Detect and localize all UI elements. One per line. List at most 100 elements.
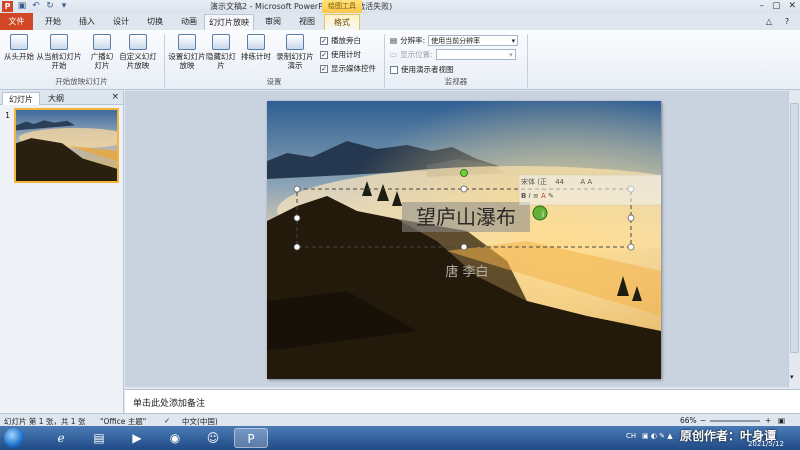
help-icon[interactable]: ? <box>780 14 794 30</box>
taskbar-date[interactable]: 2021/5/12 <box>748 440 784 448</box>
slide-subtitle-text[interactable]: 唐 李白 <box>407 261 527 280</box>
tab-format[interactable]: 格式 <box>324 14 360 30</box>
tab-view[interactable]: 视图 <box>292 14 322 30</box>
scroll-thumb[interactable] <box>790 103 799 353</box>
broadcast-button[interactable]: 广播幻灯片 <box>88 34 116 70</box>
window-controls: – ▢ ✕ <box>759 1 796 11</box>
tab-design[interactable]: 设计 <box>106 14 136 30</box>
display-on-label: 显示位置: <box>400 50 433 59</box>
quick-access-toolbar: ▣ ↶ ↻ ▾ <box>17 1 69 12</box>
zoom-out-icon[interactable]: − <box>700 416 706 425</box>
tab-home[interactable]: 开始 <box>38 14 68 30</box>
align-center-icon[interactable]: ≡ <box>533 192 539 200</box>
hide-slide-button[interactable]: 隐藏幻灯片 <box>206 34 236 70</box>
hide-slide-icon <box>212 34 230 50</box>
mini-font-size[interactable]: 44 <box>555 178 564 186</box>
group-separator <box>384 34 385 88</box>
ie-icon[interactable]: ℯ <box>44 428 78 448</box>
ribbon: 从头开始 从当前幻灯片开始 广播幻灯片 自定义幻灯片放映 开始放映幻灯片 设置幻… <box>0 30 800 90</box>
custom-show-icon <box>129 34 147 50</box>
minimize-icon[interactable]: – <box>759 1 764 11</box>
display-on-dropdown[interactable] <box>435 49 516 60</box>
show-media-controls-label: 显示媒体控件 <box>331 64 376 73</box>
close-panel-icon[interactable]: × <box>111 92 119 102</box>
status-bar: 幻灯片 第 1 张，共 1 张 "Office 主题" ✓ 中文(中国) 66%… <box>0 413 800 426</box>
slide-number: 1 <box>5 111 11 120</box>
record-show-button[interactable]: 录制幻灯片演示 <box>274 34 316 70</box>
play-narration-checkbox[interactable]: ✓ 播放旁白 <box>320 35 361 46</box>
tab-transitions[interactable]: 切换 <box>140 14 170 30</box>
font-shrink-icon[interactable]: A <box>587 178 592 186</box>
mini-toolbar: 宋体 (正 44 A A B I ≡ A ✎ <box>521 177 651 203</box>
ribbon-collapse-icon[interactable]: △ <box>762 14 776 30</box>
save-icon[interactable]: ▣ <box>17 1 27 11</box>
tab-animations[interactable]: 动画 <box>174 14 204 30</box>
notes-pane[interactable]: 单击此处添加备注 <box>125 389 800 413</box>
show-media-controls-checkbox[interactable]: ✓ 显示媒体控件 <box>320 63 376 74</box>
broadcast-icon <box>93 34 111 50</box>
group-label-setup: 设置 <box>266 77 282 86</box>
setup-show-label: 设置幻灯片放映 <box>168 52 206 70</box>
next-slide-icon[interactable]: ▾ <box>790 373 794 381</box>
record-show-label: 录制幻灯片演示 <box>276 52 314 70</box>
from-start-button[interactable]: 从头开始 <box>2 34 36 61</box>
autofit-icon[interactable]: i <box>542 210 544 219</box>
context-group-label: 绘图工具 <box>322 0 362 13</box>
bold-icon[interactable]: B <box>521 192 526 200</box>
tab-insert[interactable]: 插入 <box>72 14 102 30</box>
browser-icon[interactable]: ◉ <box>158 428 192 448</box>
display-on-row: ▭ 显示位置: <box>390 49 516 60</box>
presenter-view-checkbox[interactable]: 使用演示者视图 <box>390 64 454 75</box>
tab-file[interactable]: 文件 <box>0 13 33 30</box>
mini-font-name[interactable]: 宋体 (正 <box>521 178 547 186</box>
tab-review[interactable]: 审阅 <box>258 14 288 30</box>
slide-thumbnail[interactable] <box>14 108 119 183</box>
font-grow-icon[interactable]: A <box>580 178 585 186</box>
play-from-current-icon <box>50 34 68 50</box>
from-start-label: 从头开始 <box>4 52 34 61</box>
zoom-slider[interactable] <box>710 420 760 422</box>
play-narration-label: 播放旁白 <box>331 36 361 45</box>
vertical-scrollbar[interactable]: ▾ <box>788 91 800 387</box>
slide-canvas[interactable]: i 望庐山瀑布 唐 李白 宋体 (正 44 A A B I ≡ A ✎ <box>267 101 661 379</box>
resolution-label: 分辨率: <box>400 36 426 45</box>
setup-show-button[interactable]: 设置幻灯片放映 <box>168 34 206 70</box>
presenter-view-label: 使用演示者视图 <box>401 65 454 74</box>
tab-slides[interactable]: 幻灯片 <box>2 92 40 105</box>
from-current-button[interactable]: 从当前幻灯片开始 <box>36 34 82 70</box>
record-icon <box>286 34 304 50</box>
font-color-icon[interactable]: A <box>541 192 546 200</box>
slide-background-image: i <box>267 101 661 379</box>
folder-icon[interactable]: ▤ <box>82 428 116 448</box>
media-player-icon[interactable]: ▶ <box>120 428 154 448</box>
close-icon[interactable]: ✕ <box>788 1 796 11</box>
tab-slideshow[interactable]: 幻灯片放映 <box>204 14 254 30</box>
qq-icon[interactable]: ☺ <box>196 428 230 448</box>
resolution-dropdown[interactable]: 使用当前分辨率 <box>428 35 519 46</box>
zoom-in-icon[interactable]: + <box>765 416 771 425</box>
custom-show-button[interactable]: 自定义幻灯片放映 <box>118 34 158 70</box>
rehearse-clock-icon <box>247 34 265 50</box>
spellcheck-icon[interactable]: ✓ <box>164 416 170 425</box>
fit-slide-icon[interactable]: ▣ <box>778 416 785 425</box>
zoom-level[interactable]: 66% <box>680 416 697 425</box>
group-separator <box>164 34 165 88</box>
use-timings-checkbox[interactable]: ✓ 使用计时 <box>320 49 361 60</box>
powerpoint-logo-icon[interactable]: P <box>2 1 13 12</box>
powerpoint-taskbar-icon[interactable]: P <box>234 428 268 448</box>
maximize-icon[interactable]: ▢ <box>772 1 781 11</box>
ime-indicator[interactable]: CH <box>626 432 636 440</box>
start-button-icon[interactable] <box>4 428 24 448</box>
redo-icon[interactable]: ↻ <box>45 1 55 11</box>
tray-icons[interactable]: ▣ ◐ ✎ ▲ <box>642 432 673 440</box>
italic-icon[interactable]: I <box>529 192 531 200</box>
broadcast-label: 广播幻灯片 <box>90 52 114 70</box>
rehearse-timings-button[interactable]: 排练计时 <box>240 34 272 61</box>
checkbox-checked-icon: ✓ <box>320 36 328 45</box>
tab-outline[interactable]: 大纲 <box>42 92 70 105</box>
undo-icon[interactable]: ↶ <box>31 1 41 11</box>
slide-title-text[interactable]: 望庐山瀑布 <box>402 203 530 233</box>
format-painter-icon[interactable]: ✎ <box>548 192 554 200</box>
group-label-start: 开始放映幻灯片 <box>55 77 108 86</box>
customize-icon[interactable]: ▾ <box>59 1 69 11</box>
